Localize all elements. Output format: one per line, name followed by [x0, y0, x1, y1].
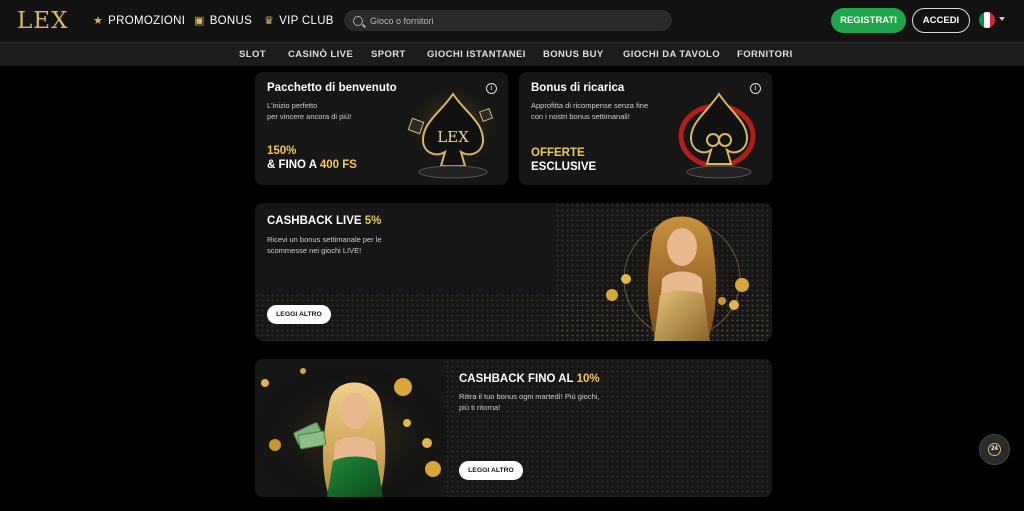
svg-text:LEX: LEX	[437, 128, 469, 146]
category-nav: SLOT CASINÒ LIVE SPORT GIOCHI ISTANTANEI…	[0, 42, 1024, 66]
register-button[interactable]: REGISTRATI	[831, 8, 906, 33]
category-sport[interactable]: SPORT	[371, 49, 406, 60]
bonus-amount: 150% & FINO A 400 FS	[267, 145, 357, 171]
card-description: L'inizio perfetto per vincere ancora di p…	[267, 101, 352, 121]
category-slot[interactable]: SLOT	[239, 49, 266, 60]
category-bonus-buy[interactable]: BONUS BUY	[543, 49, 604, 60]
search-input[interactable]	[370, 15, 650, 26]
nav-label: PROMOZIONI	[108, 14, 186, 27]
card-description: Ricevi un bonus settimanale per le scomme…	[267, 235, 382, 255]
category-casino-live[interactable]: CASINÒ LIVE	[288, 49, 353, 60]
category-giochi-istantanei[interactable]: GIOCHI ISTANTANEI	[427, 49, 526, 60]
woman-gold-dress-illustration	[606, 216, 749, 341]
logo[interactable]: LEX	[17, 8, 68, 34]
card-title: CASHBACK LIVE 5%	[267, 215, 382, 227]
offer-text: OFFERTE ESCLUSIVE	[531, 147, 597, 173]
card-description: Approfitta di ricompense senza fine con i…	[531, 101, 649, 121]
italy-flag-icon[interactable]	[979, 12, 995, 28]
search-icon	[353, 15, 363, 26]
card-title: Bonus di ricarica	[531, 82, 625, 94]
read-more-button[interactable]: LEGGI ALTRO	[267, 305, 331, 324]
support-24-icon: 24	[988, 443, 1001, 456]
login-button[interactable]: ACCEDI	[912, 8, 970, 33]
category-giochi-da-tavolo[interactable]: GIOCHI DA TAVOLO	[623, 49, 720, 60]
support-chat-button[interactable]: 24	[979, 434, 1010, 465]
reload-bonus-card[interactable]: Bonus di ricarica i Approfitta di ricomp…	[519, 72, 772, 185]
crown-icon: ♛	[264, 15, 275, 27]
read-more-button[interactable]: LEGGI ALTRO	[459, 461, 523, 480]
gift-icon: ▣	[194, 15, 205, 27]
category-fornitori[interactable]: FORNITORI	[737, 49, 793, 60]
nav-label: VIP CLUB	[279, 14, 334, 27]
woman-green-dress-illustration	[257, 361, 447, 497]
cashback-live-card[interactable]: CASHBACK LIVE 5% Ricevi un bonus settima…	[255, 203, 772, 341]
nav-label: BONUS	[209, 14, 253, 27]
card-title: CASHBACK FINO AL 10%	[459, 373, 600, 385]
nav-vip-club[interactable]: ♛ VIP CLUB	[264, 14, 334, 28]
star-icon: ★	[93, 15, 104, 27]
card-description: Ritira il tuo bonus ogni martedì! Più gi…	[459, 392, 600, 412]
welcome-package-card[interactable]: Pacchetto di benvenuto i L'inizio perfet…	[255, 72, 508, 185]
card-title: Pacchetto di benvenuto	[267, 82, 397, 94]
nav-bonus[interactable]: ▣ BONUS	[194, 14, 253, 28]
top-header: LEX ★ PROMOZIONI ▣ BONUS ♛ VIP CLUB REGI…	[0, 0, 1024, 42]
spade-chip-emblem-icon	[678, 92, 756, 179]
nav-promozioni[interactable]: ★ PROMOZIONI	[93, 14, 186, 28]
search-bar[interactable]	[344, 10, 672, 31]
lex-spade-emblem-icon: LEX	[407, 89, 495, 179]
chevron-down-icon[interactable]	[999, 17, 1005, 21]
cashback-10-card[interactable]: CASHBACK FINO AL 10% Ritira il tuo bonus…	[255, 359, 772, 497]
